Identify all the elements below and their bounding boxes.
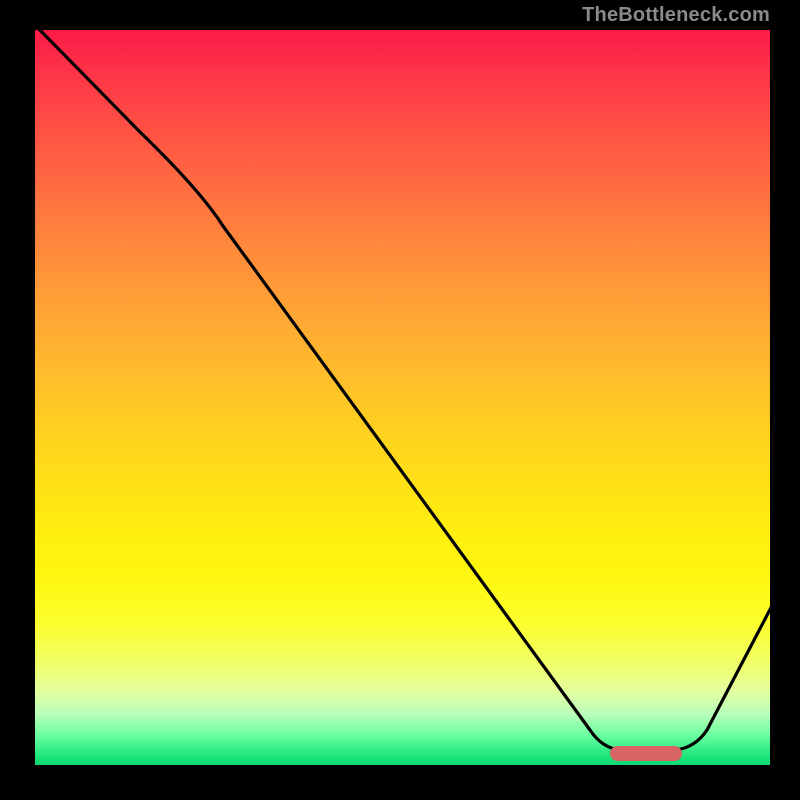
curve-path [35,30,770,750]
plot-area [35,30,770,765]
watermark-text: TheBottleneck.com [582,4,770,27]
optimum-marker [610,746,682,761]
chart-container: TheBottleneck.com [0,0,800,800]
bottleneck-curve [35,30,770,765]
